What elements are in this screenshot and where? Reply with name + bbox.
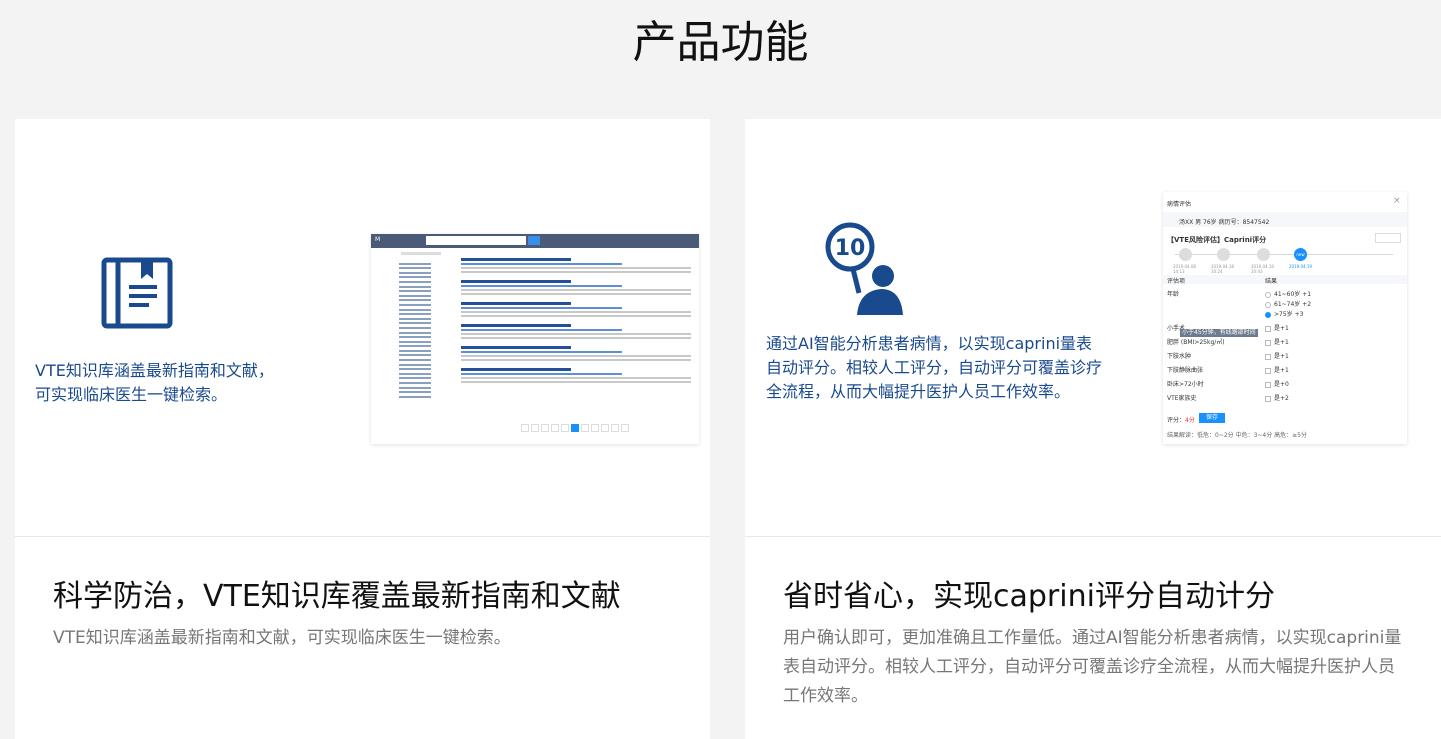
- filter-sidebar: [399, 260, 439, 400]
- score-paddle-icon: 10: [825, 222, 903, 315]
- divider: [15, 536, 710, 537]
- feature-card-knowledge-base: VTE知识库涵盖最新指南和文献， 可实现临床医生一键检索。 M 科学防治，VTE…: [15, 119, 710, 739]
- close-icon[interactable]: ×: [1393, 196, 1401, 206]
- timeline-node[interactable]: [1217, 248, 1230, 261]
- feature-hero: 10 通过AI智能分析患者病情，以实现caprini量表 自动评分。相较人工评分…: [745, 119, 1441, 536]
- timeline-node[interactable]: [1179, 248, 1192, 261]
- app-logo: M: [375, 236, 381, 243]
- page-title: 产品功能: [632, 17, 809, 68]
- hero-description: VTE知识库涵盖最新指南和文献， 可实现临床医生一键检索。: [35, 361, 274, 404]
- dialog-title: 病情评估: [1167, 201, 1192, 208]
- app-header: M: [371, 234, 699, 248]
- pagination: [521, 424, 629, 432]
- search-results: [461, 258, 691, 390]
- patient-info: 汤XX 男 76岁 病历号：8547542: [1179, 219, 1270, 226]
- tooltip: 小于45分钟，有线路部时间: [1180, 329, 1258, 337]
- knowledge-base-screenshot: M: [371, 234, 699, 444]
- feature-heading: 科学防治，VTE知识库覆盖最新指南和文献: [53, 579, 621, 614]
- search-button: [528, 236, 540, 245]
- save-button[interactable]: 保存: [1199, 413, 1225, 423]
- select-dropdown[interactable]: [1375, 233, 1401, 243]
- hero-description: 通过AI智能分析患者病情，以实现caprini量表 自动评分。相较人工评分，自动…: [766, 334, 1103, 401]
- feature-heading: 省时省心，实现caprini评分自动计分: [783, 579, 1275, 614]
- assessment-title: 【VTE风险评估】Caprini评分: [1167, 236, 1267, 244]
- divider: [745, 536, 1441, 537]
- search-input: [426, 236, 526, 245]
- feature-hero: VTE知识库涵盖最新指南和文献， 可实现临床医生一键检索。 M: [15, 119, 710, 536]
- feature-description: VTE知识库涵盖最新指南和文献，可实现临床医生一键检索。: [53, 628, 511, 648]
- feature-description: 用户确认即可，更加准确且工作量低。通过AI智能分析患者病情，以实现caprini…: [783, 628, 1402, 706]
- feature-card-caprini: 10 通过AI智能分析患者病情，以实现caprini量表 自动评分。相较人工评分…: [745, 119, 1441, 739]
- timeline-node[interactable]: [1257, 248, 1270, 261]
- timeline: [1175, 254, 1393, 255]
- caprini-screenshot: 病情评估 × 汤XX 男 76岁 病历号：8547542 【VTE风险评估】Ca…: [1163, 192, 1407, 444]
- svg-text:10: 10: [835, 236, 866, 261]
- book-icon: [101, 257, 173, 329]
- timeline-node-new[interactable]: new: [1294, 248, 1307, 261]
